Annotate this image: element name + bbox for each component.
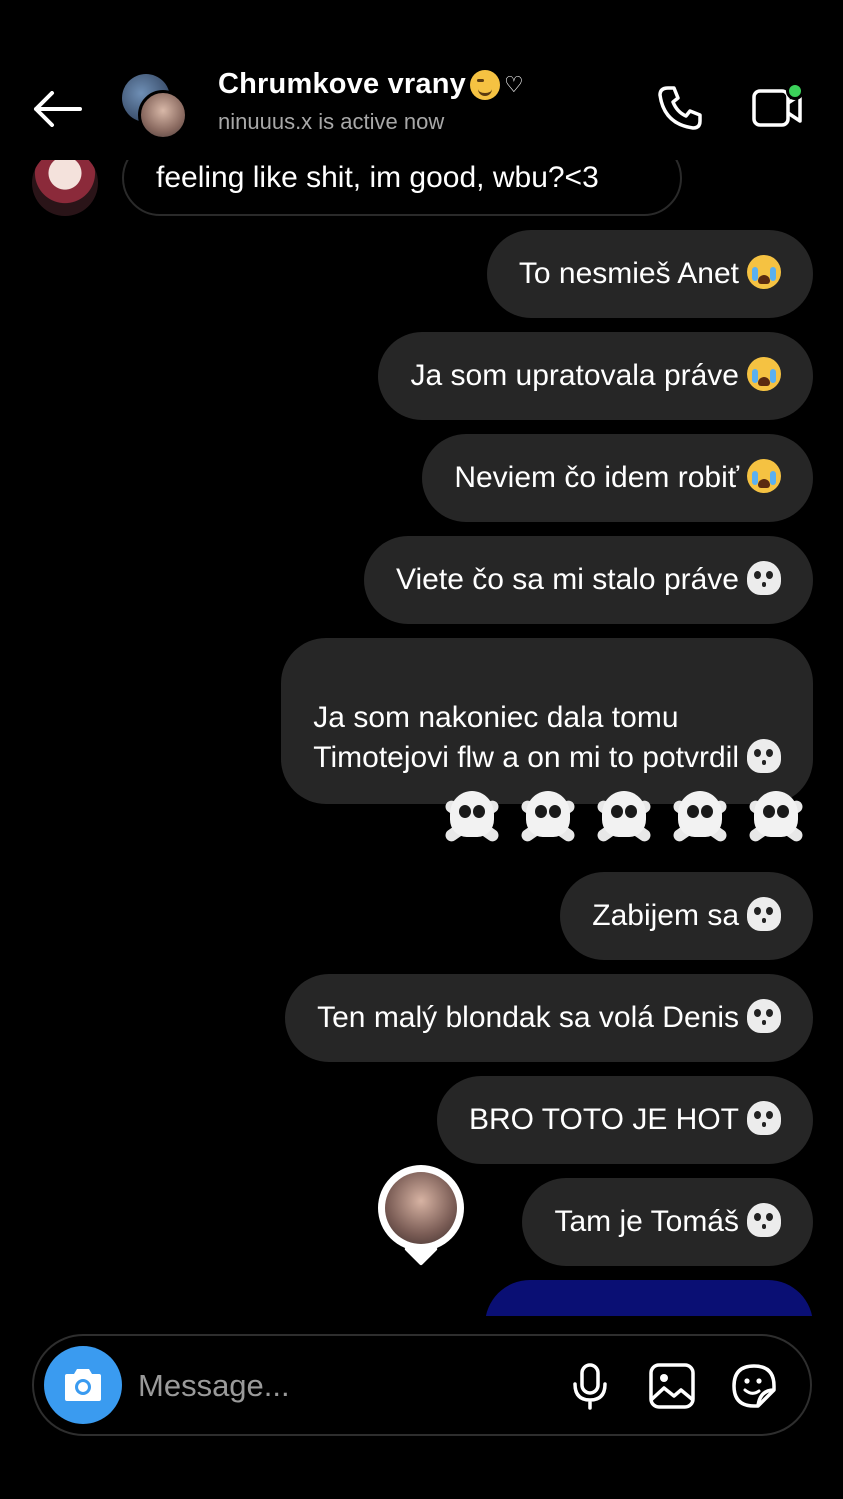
skull-crossbones-icon [741, 785, 811, 855]
sent-message-bubble[interactable]: Ja som nakoniec dala tomu Timotejovi flw… [281, 638, 813, 804]
camera-icon [65, 1369, 101, 1401]
active-dot [786, 82, 804, 100]
back-arrow-icon [34, 91, 82, 127]
audio-call-button[interactable] [652, 80, 708, 136]
sent-message-bubble[interactable]: Zabijem sa [560, 872, 813, 960]
received-message-text: feeling like shit, im good, wbu?<3 [156, 161, 599, 194]
received-message-bubble[interactable]: feeling like shit, im good, wbu?<3 [122, 160, 682, 216]
group-avatar[interactable] [118, 72, 192, 142]
heart-icon: ♡ [504, 71, 524, 97]
skull-crossbones-icon [513, 785, 583, 855]
loudly-crying-face-icon [747, 255, 781, 289]
message-text: BRO TOTO JE HOT [468, 1103, 739, 1136]
received-message-row: feeling like shit, im good, wbu?<3 [32, 160, 682, 216]
message-text: Viete čo sa mi stalo práve [396, 563, 739, 596]
skull-crossbones-icon [747, 561, 781, 595]
chat-header: Chrumkove vrany ♡ ninuuus.x is active no… [0, 50, 843, 165]
message-text: Tam je Tomáš [554, 1205, 739, 1238]
message-composer [32, 1334, 812, 1436]
message-list[interactable]: feeling like shit, im good, wbu?<3 To ne… [0, 160, 843, 1316]
sent-message-bubble[interactable]: Ten malý blondak sa volá Denis [285, 974, 813, 1062]
loudly-crying-face-icon [747, 459, 781, 493]
message-text: Ja som upratovala práve [410, 359, 739, 392]
skull-crossbones-icon [747, 1203, 781, 1237]
message-text: Ja som nakoniec dala tomu Timotejovi flw… [313, 701, 739, 774]
sender-avatar[interactable] [32, 160, 98, 216]
active-status: ninuuus.x is active now [218, 109, 445, 134]
group-avatar-front [138, 90, 188, 140]
message-input[interactable] [138, 1356, 538, 1416]
group-name-text: Chrumkove vrany [218, 68, 466, 100]
gallery-button[interactable] [646, 1360, 698, 1412]
sent-message-bubble[interactable]: Neviem čo idem robiť [422, 434, 813, 522]
sticker-icon [732, 1364, 776, 1408]
skull-crossbones-icon [747, 999, 781, 1033]
big-skulls-message[interactable] [437, 785, 811, 855]
video-call-button[interactable] [748, 80, 808, 136]
message-text: Neviem čo idem robiť [454, 461, 739, 494]
skull-crossbones-icon [747, 739, 781, 773]
voice-message-button[interactable] [564, 1360, 616, 1412]
message-text: Ten malý blondak sa volá Denis [317, 1001, 739, 1034]
image-icon [649, 1363, 695, 1409]
sent-message-bubble[interactable]: To nesmieš Anet [486, 230, 813, 318]
message-text: To nesmieš Anet [518, 257, 739, 290]
winking-face-icon [470, 69, 500, 100]
partial-blue-message[interactable] [485, 1280, 813, 1316]
sent-message-bubble[interactable]: Ja som upratovala práve [378, 332, 813, 420]
chat-title-block[interactable]: Chrumkove vrany ♡ ninuuus.x is active no… [218, 68, 524, 135]
seen-by-avatar[interactable] [378, 1165, 464, 1265]
skull-crossbones-icon [437, 785, 507, 855]
camera-button[interactable] [44, 1346, 122, 1424]
phone-icon [658, 86, 702, 130]
skull-crossbones-icon [665, 785, 735, 855]
sticker-button[interactable] [728, 1360, 780, 1412]
skull-crossbones-icon [589, 785, 659, 855]
group-name: Chrumkove vrany ♡ [218, 68, 524, 101]
skull-crossbones-icon [747, 897, 781, 931]
sent-message-bubble[interactable]: Tam je Tomáš [522, 1178, 813, 1266]
sent-message-bubble[interactable]: BRO TOTO JE HOT [436, 1076, 813, 1164]
microphone-icon [573, 1363, 607, 1410]
message-text: Zabijem sa [592, 899, 739, 932]
seen-avatar-image [385, 1172, 457, 1244]
sent-message-bubble[interactable]: Viete čo sa mi stalo práve [364, 536, 813, 624]
back-button[interactable] [28, 80, 86, 138]
loudly-crying-face-icon [747, 357, 781, 391]
skull-crossbones-icon [747, 1101, 781, 1135]
chat-screen: Chrumkove vrany ♡ ninuuus.x is active no… [0, 0, 843, 1499]
